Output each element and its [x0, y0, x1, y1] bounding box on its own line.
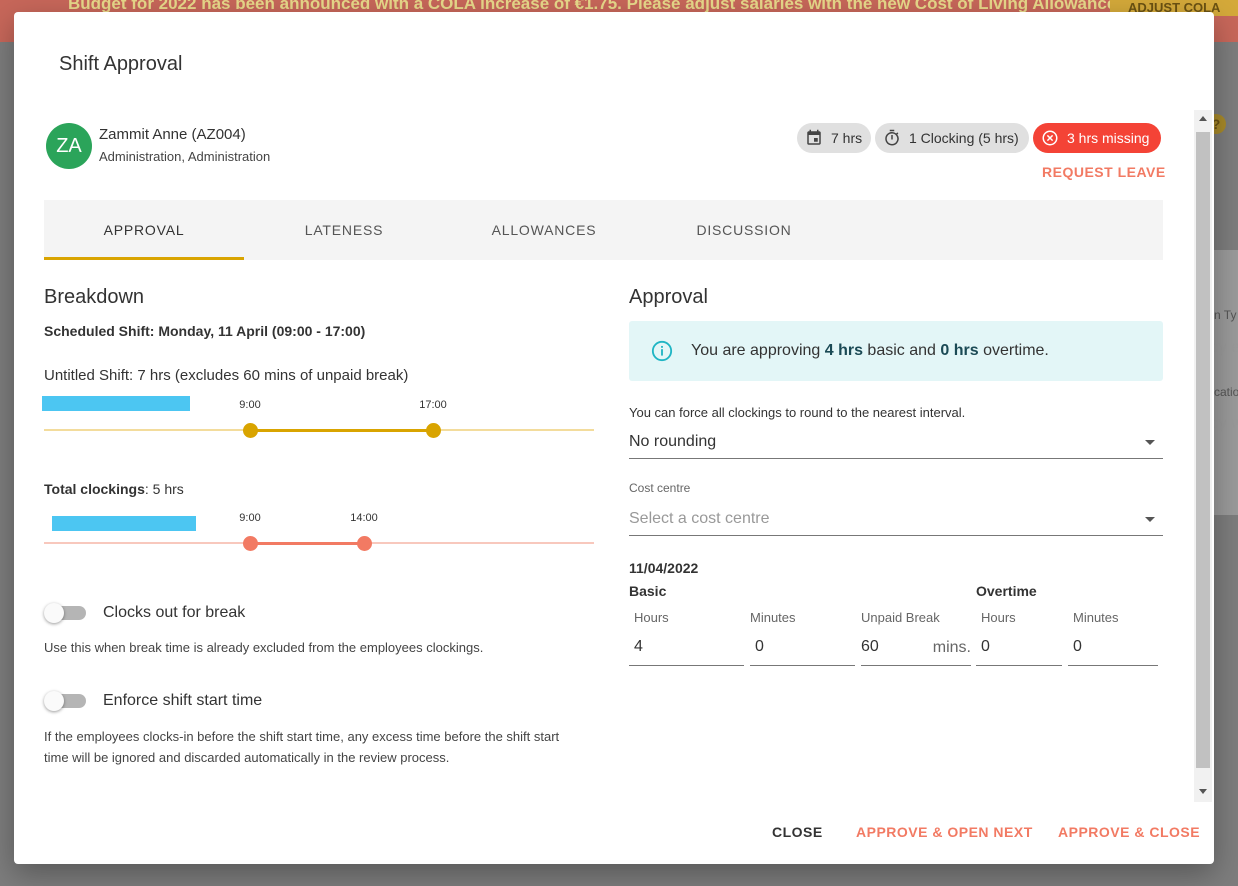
- tab-label: APPROVAL: [103, 222, 185, 238]
- tab-label: LATENESS: [304, 222, 384, 238]
- redacted-bar: [42, 396, 190, 411]
- enforce-shift-start-toggle[interactable]: [42, 689, 90, 713]
- toggle-knob: [44, 603, 64, 623]
- clocks-out-for-break-label: Clocks out for break: [103, 604, 246, 621]
- tab-label: DISCUSSION: [696, 222, 792, 238]
- scheduled-shift-label: Scheduled Shift: Monday, 11 April (09:00…: [44, 323, 366, 339]
- summary-text: basic and: [862, 342, 941, 359]
- dialog-title: Shift Approval: [59, 53, 183, 75]
- clock-in-marker: [243, 536, 258, 551]
- scrollbar[interactable]: [1194, 110, 1212, 802]
- clocking-timeline-segment: [250, 542, 364, 545]
- unpaid-break-value: 60: [861, 638, 879, 655]
- info-icon: [651, 340, 673, 362]
- background-text: by e: [1210, 339, 1238, 356]
- enforce-shift-start-help: If the employees clocks-in before the sh…: [44, 729, 560, 765]
- total-clockings-title: Total clockings: [44, 481, 145, 497]
- tab-approval[interactable]: APPROVAL: [44, 200, 244, 260]
- cost-centre-placeholder: Select a cost centre: [629, 510, 770, 527]
- overtime-hours-label: Hours: [981, 610, 1016, 625]
- clockings-text: 1 Clocking (5 hrs): [909, 130, 1019, 146]
- clocks-out-for-break-toggle[interactable]: [42, 601, 90, 625]
- shift-approval-dialog: Shift Approval ZA Zammit Anne (AZ004) Ad…: [14, 12, 1214, 864]
- approve-close-button[interactable]: APPROVE & CLOSE: [1058, 824, 1200, 840]
- missing-hours-chip: 3 hrs missing: [1033, 123, 1161, 153]
- basic-minutes-label: Minutes: [750, 610, 796, 625]
- unpaid-break-input[interactable]: 60 mins.: [861, 634, 971, 666]
- approval-date: 11/04/2022: [629, 560, 699, 576]
- active-tab-indicator: [44, 257, 244, 260]
- scroll-up-arrow-icon[interactable]: [1199, 116, 1207, 121]
- clocks-out-for-break-help: Use this when break time is already excl…: [44, 640, 484, 655]
- shift-timeline-segment: [250, 429, 433, 432]
- summary-text: overtime.: [978, 342, 1049, 359]
- approve-open-next-button[interactable]: APPROVE & OPEN NEXT: [856, 824, 1033, 840]
- total-clockings-value: : 5 hrs: [144, 481, 184, 497]
- shift-end-time: 17:00: [419, 399, 447, 411]
- clockings-chip: 1 Clocking (5 hrs): [875, 123, 1029, 153]
- scheduled-hours-chip: 7 hrs: [797, 123, 871, 153]
- unpaid-break-label: Unpaid Break: [861, 610, 940, 625]
- tab-bar: APPROVAL LATENESS ALLOWANCES DISCUSSION: [44, 200, 1163, 260]
- employee-department: Administration, Administration: [99, 149, 271, 164]
- rounding-select[interactable]: No rounding: [629, 429, 1163, 459]
- background-card: [1214, 250, 1238, 515]
- overtime-minutes-label: Minutes: [1073, 610, 1119, 625]
- stopwatch-icon: [885, 129, 899, 146]
- unpaid-break-suffix: mins.: [932, 639, 971, 656]
- breakdown-heading: Breakdown: [44, 286, 145, 308]
- approval-info-box: You are approving 4 hrs basic and 0 hrs …: [629, 321, 1163, 381]
- background-text: catio: [1214, 385, 1238, 399]
- dropdown-arrow-icon: [1145, 440, 1155, 445]
- dropdown-arrow-icon: [1145, 517, 1155, 522]
- cost-centre-label: Cost centre: [629, 481, 691, 495]
- overtime-hours-input[interactable]: 0: [976, 634, 1062, 666]
- missing-hours-text: 3 hrs missing: [1067, 130, 1150, 146]
- avatar: ZA: [46, 123, 92, 169]
- toggle-knob: [44, 691, 64, 711]
- shift-end-marker: [426, 423, 441, 438]
- tab-label: ALLOWANCES: [491, 222, 597, 238]
- cancel-circle-icon: [1042, 130, 1058, 146]
- approval-summary: You are approving 4 hrs basic and 0 hrs …: [691, 342, 1049, 360]
- clock-out-time: 14:00: [350, 512, 378, 524]
- rounding-value: No rounding: [629, 433, 717, 450]
- scroll-down-arrow-icon[interactable]: [1199, 789, 1207, 794]
- clock-out-marker: [357, 536, 372, 551]
- scrollbar-thumb[interactable]: [1196, 132, 1210, 768]
- employee-name: Zammit Anne (AZ004): [99, 126, 246, 143]
- tab-allowances[interactable]: ALLOWANCES: [444, 200, 644, 260]
- basic-group-label: Basic: [629, 583, 667, 599]
- calendar-icon: [807, 129, 821, 145]
- redacted-bar: [52, 516, 196, 531]
- tab-lateness[interactable]: LATENESS: [244, 200, 444, 260]
- basic-hours-summary: 4 hrs: [824, 342, 863, 359]
- basic-minutes-input[interactable]: 0: [750, 634, 855, 666]
- shift-start-time: 9:00: [239, 399, 261, 411]
- basic-hours-label: Hours: [634, 610, 669, 625]
- cost-centre-select[interactable]: Select a cost centre: [629, 506, 1163, 536]
- overtime-minutes-input[interactable]: 0: [1068, 634, 1158, 666]
- basic-hours-input[interactable]: 4: [629, 634, 744, 666]
- overtime-group-label: Overtime: [976, 583, 1037, 599]
- summary-text: You are approving: [691, 342, 825, 359]
- close-button[interactable]: CLOSE: [772, 824, 823, 840]
- rounding-help-text: You can force all clockings to round to …: [629, 405, 966, 420]
- overtime-hours-summary: 0 hrs: [940, 342, 979, 359]
- total-clockings-label: Total clockings: 5 hrs: [44, 481, 184, 497]
- background-text: n Ty: [1214, 308, 1237, 322]
- shift-start-marker: [243, 423, 258, 438]
- clock-in-time: 9:00: [239, 512, 261, 524]
- scheduled-hours-text: 7 hrs: [831, 130, 863, 146]
- enforce-shift-start-label: Enforce shift start time: [103, 692, 263, 709]
- background-text: by w: [1210, 415, 1238, 432]
- shift-label: Untitled Shift: 7 hrs (excludes 60 mins …: [44, 367, 409, 384]
- tab-discussion[interactable]: DISCUSSION: [644, 200, 844, 260]
- request-leave-button[interactable]: REQUEST LEAVE: [1042, 164, 1166, 180]
- approval-heading: Approval: [629, 286, 708, 308]
